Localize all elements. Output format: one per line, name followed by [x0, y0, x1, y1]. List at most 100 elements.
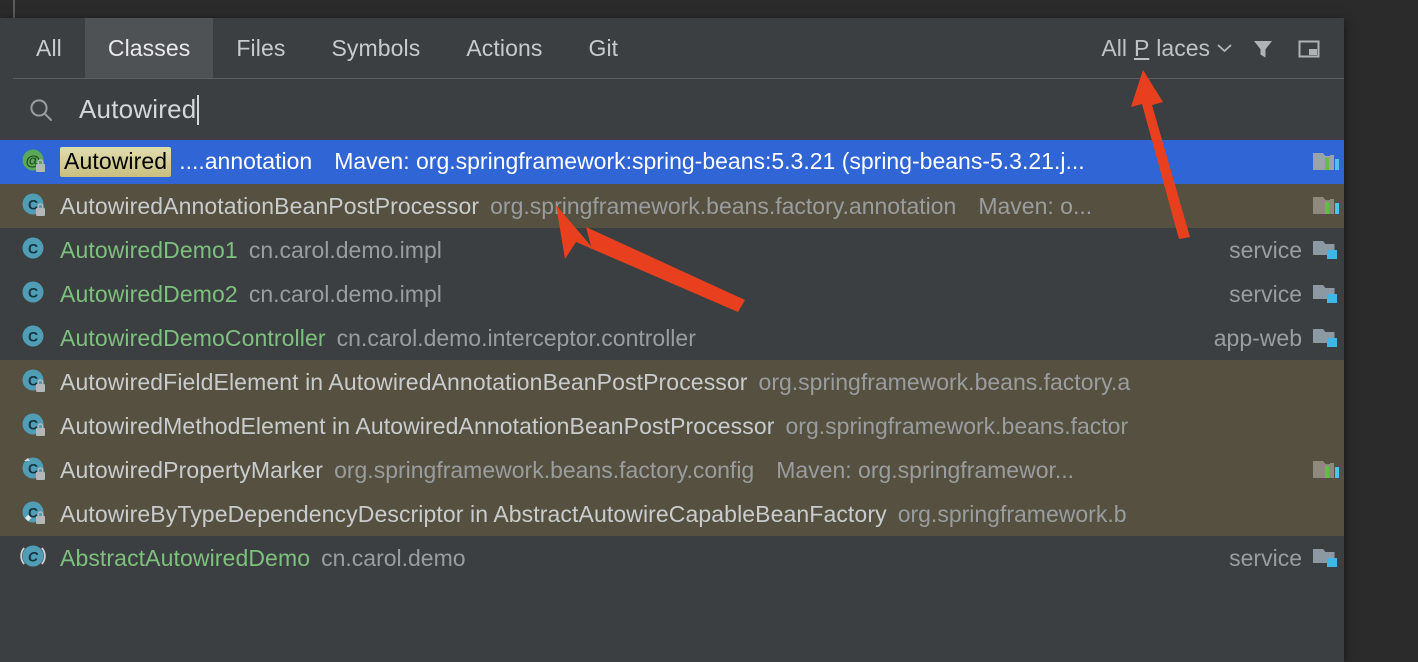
- result-content: AutowiredPropertyMarker org.springframew…: [60, 457, 1312, 484]
- result-content: Autowired ....annotation Maven: org.spri…: [60, 147, 1312, 177]
- result-right: service: [1229, 237, 1344, 264]
- tab-list: All Classes Files Symbols Actions Git: [13, 18, 641, 79]
- preview-panel-button[interactable]: [1294, 34, 1324, 64]
- result-row-autowiredfieldelement[interactable]: C AutowiredFieldElement in AutowiredAnno…: [0, 360, 1344, 404]
- tab-git-label: Git: [588, 35, 618, 62]
- module-folder-icon: [1312, 237, 1342, 263]
- result-right: [1312, 193, 1344, 219]
- scope-selector-all-places[interactable]: All Places: [1101, 35, 1232, 62]
- result-row-autowireddemo1[interactable]: C AutowiredDemo1 cn.carol.demo.impl serv…: [0, 228, 1344, 272]
- class-icon: C: [20, 235, 50, 265]
- module-folder-icon: [1312, 325, 1342, 351]
- result-right: app-web: [1214, 325, 1344, 352]
- tab-actions[interactable]: Actions: [443, 18, 565, 79]
- result-package: org.springframework.b: [898, 501, 1127, 528]
- tab-files-label: Files: [236, 35, 285, 62]
- tab-git[interactable]: Git: [565, 18, 641, 79]
- result-row-abstractautowireddemo[interactable]: C AbstractAutowiredDemo cn.carol.demo se…: [0, 536, 1344, 580]
- result-content: AutowiredFieldElement in AutowiredAnnota…: [60, 369, 1344, 396]
- result-right: service: [1229, 545, 1344, 572]
- svg-text:C: C: [28, 285, 38, 301]
- result-row-autowiredpropertymarker[interactable]: C AutowiredPropertyMarker org.springfram…: [0, 448, 1344, 492]
- result-name: AutowiredDemoController: [60, 325, 326, 352]
- result-right: [1312, 149, 1344, 175]
- result-location: Maven: org.springframewor...: [776, 457, 1074, 484]
- chevron-down-icon: [1217, 44, 1232, 53]
- search-bar[interactable]: Autowired: [0, 79, 1344, 140]
- svg-text:C: C: [28, 241, 38, 257]
- abstract-class-icon: C: [20, 543, 50, 573]
- tab-classes-label: Classes: [108, 35, 191, 62]
- text-caret: [197, 95, 199, 125]
- result-module: service: [1229, 545, 1302, 572]
- result-content: AutowiredDemo1 cn.carol.demo.impl: [60, 237, 1229, 264]
- result-content: AbstractAutowiredDemo cn.carol.demo: [60, 545, 1229, 572]
- results-list[interactable]: @ Autowired ....annotation Maven: org.sp…: [0, 140, 1344, 580]
- tab-all[interactable]: All: [13, 18, 85, 79]
- result-name: Autowired: [60, 147, 171, 177]
- result-row-autowireddemo2[interactable]: C AutowiredDemo2 cn.carol.demo.impl serv…: [0, 272, 1344, 316]
- result-package: org.springframework.beans.factor: [786, 413, 1129, 440]
- inner-class-icon: C: [20, 499, 50, 529]
- result-name: AutowiredDemo2: [60, 281, 238, 308]
- result-package: ....annotation: [179, 148, 312, 175]
- search-everywhere-popup: All Classes Files Symbols Actions Git Al…: [0, 18, 1344, 662]
- library-icon: [1312, 457, 1342, 483]
- search-input-wrapper[interactable]: Autowired: [79, 94, 199, 125]
- result-package: cn.carol.demo.impl: [249, 281, 442, 308]
- result-content: AutowiredDemoController cn.carol.demo.in…: [60, 325, 1214, 352]
- result-row-autowired-annotation[interactable]: @ Autowired ....annotation Maven: org.sp…: [0, 140, 1344, 184]
- result-right: service: [1229, 281, 1344, 308]
- result-package: cn.carol.demo.impl: [249, 237, 442, 264]
- result-module: service: [1229, 281, 1302, 308]
- tab-bar: All Classes Files Symbols Actions Git Al…: [0, 18, 1344, 79]
- search-everywhere-window: All Classes Files Symbols Actions Git Al…: [0, 0, 1418, 662]
- result-name: AutowireByTypeDependencyDescriptor in Ab…: [60, 501, 887, 528]
- result-name: AutowiredFieldElement in AutowiredAnnota…: [60, 369, 748, 396]
- tab-actions-label: Actions: [466, 35, 542, 62]
- search-input[interactable]: Autowired: [79, 94, 196, 125]
- result-name: AutowiredPropertyMarker: [60, 457, 323, 484]
- result-name: AutowiredDemo1: [60, 237, 238, 264]
- preview-panel-icon: [1296, 36, 1322, 62]
- result-location: Maven: org.springframework:spring-beans:…: [334, 148, 1084, 175]
- editor-background-strip: [0, 0, 1418, 18]
- annotation-icon: @: [20, 147, 50, 177]
- library-icon: [1312, 193, 1342, 219]
- scope-mnemonic: P: [1134, 35, 1149, 62]
- module-folder-icon: [1312, 281, 1342, 307]
- result-row-autowireddemocontroller[interactable]: C AutowiredDemoController cn.carol.demo.…: [0, 316, 1344, 360]
- class-icon: C: [20, 411, 50, 441]
- result-package: cn.carol.demo.interceptor.controller: [337, 325, 696, 352]
- class-icon: C: [20, 323, 50, 353]
- result-row-autowirebytypedependencydescriptor[interactable]: C AutowireByTypeDependencyDescriptor in …: [0, 492, 1344, 536]
- scope-suffix: laces: [1156, 35, 1210, 62]
- result-package: cn.carol.demo: [321, 545, 465, 572]
- result-name: AbstractAutowiredDemo: [60, 545, 310, 572]
- editor-caret: [13, 0, 15, 18]
- filter-icon: [1250, 36, 1276, 62]
- svg-text:C: C: [28, 549, 39, 565]
- result-row-autowiredmethodelement[interactable]: C AutowiredMethodElement in AutowiredAnn…: [0, 404, 1344, 448]
- tab-symbols-label: Symbols: [331, 35, 420, 62]
- class-icon: C: [20, 367, 50, 397]
- result-package: org.springframework.beans.factory.annota…: [490, 193, 956, 220]
- tab-classes[interactable]: Classes: [85, 18, 214, 79]
- scope-prefix: All: [1101, 35, 1127, 62]
- result-name: AutowiredMethodElement in AutowiredAnnot…: [60, 413, 775, 440]
- result-module: service: [1229, 237, 1302, 264]
- tab-files[interactable]: Files: [213, 18, 308, 79]
- result-right: [1312, 457, 1344, 483]
- filter-button[interactable]: [1248, 34, 1278, 64]
- result-content: AutowireByTypeDependencyDescriptor in Ab…: [60, 501, 1344, 528]
- result-package: org.springframework.beans.factory.config: [334, 457, 754, 484]
- tab-all-label: All: [36, 35, 62, 62]
- result-name: AutowiredAnnotationBeanPostProcessor: [60, 193, 479, 220]
- tab-symbols[interactable]: Symbols: [308, 18, 443, 79]
- svg-text:C: C: [28, 329, 38, 345]
- result-content: AutowiredMethodElement in AutowiredAnnot…: [60, 413, 1344, 440]
- tab-bar-actions: All Places: [1101, 18, 1344, 79]
- result-row-autowiredannotationbeanpostprocessor[interactable]: C AutowiredAnnotationBeanPostProcessor o…: [0, 184, 1344, 228]
- result-package: org.springframework.beans.factory.a: [759, 369, 1131, 396]
- result-content: AutowiredAnnotationBeanPostProcessor org…: [60, 193, 1312, 220]
